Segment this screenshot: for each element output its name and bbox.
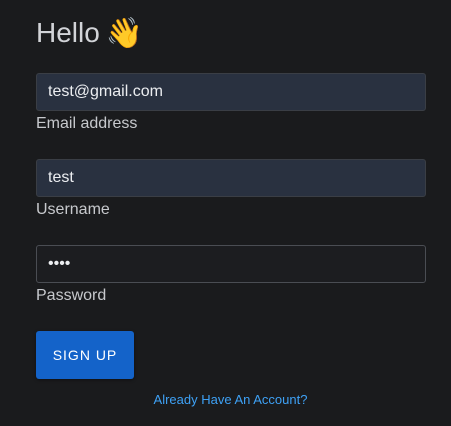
email-field[interactable] [36,73,426,111]
page-title: Hello 👋 [36,13,143,54]
username-field-group: Username [36,159,426,220]
password-label: Password [36,287,107,304]
password-field-group: Password [36,245,426,306]
username-label: Username [36,201,110,218]
email-field-group: Email address [36,73,426,134]
username-field[interactable] [36,159,426,197]
waving-hand-icon: 👋 [105,16,144,51]
title-text: Hello [36,17,100,48]
signup-button[interactable]: SIGN UP [36,331,134,379]
email-label: Email address [36,115,138,132]
password-field[interactable] [36,245,426,283]
signup-page: Hello👋 Email address Username Password S… [0,0,451,426]
already-have-account-link[interactable]: Already Have An Account? [0,392,451,408]
